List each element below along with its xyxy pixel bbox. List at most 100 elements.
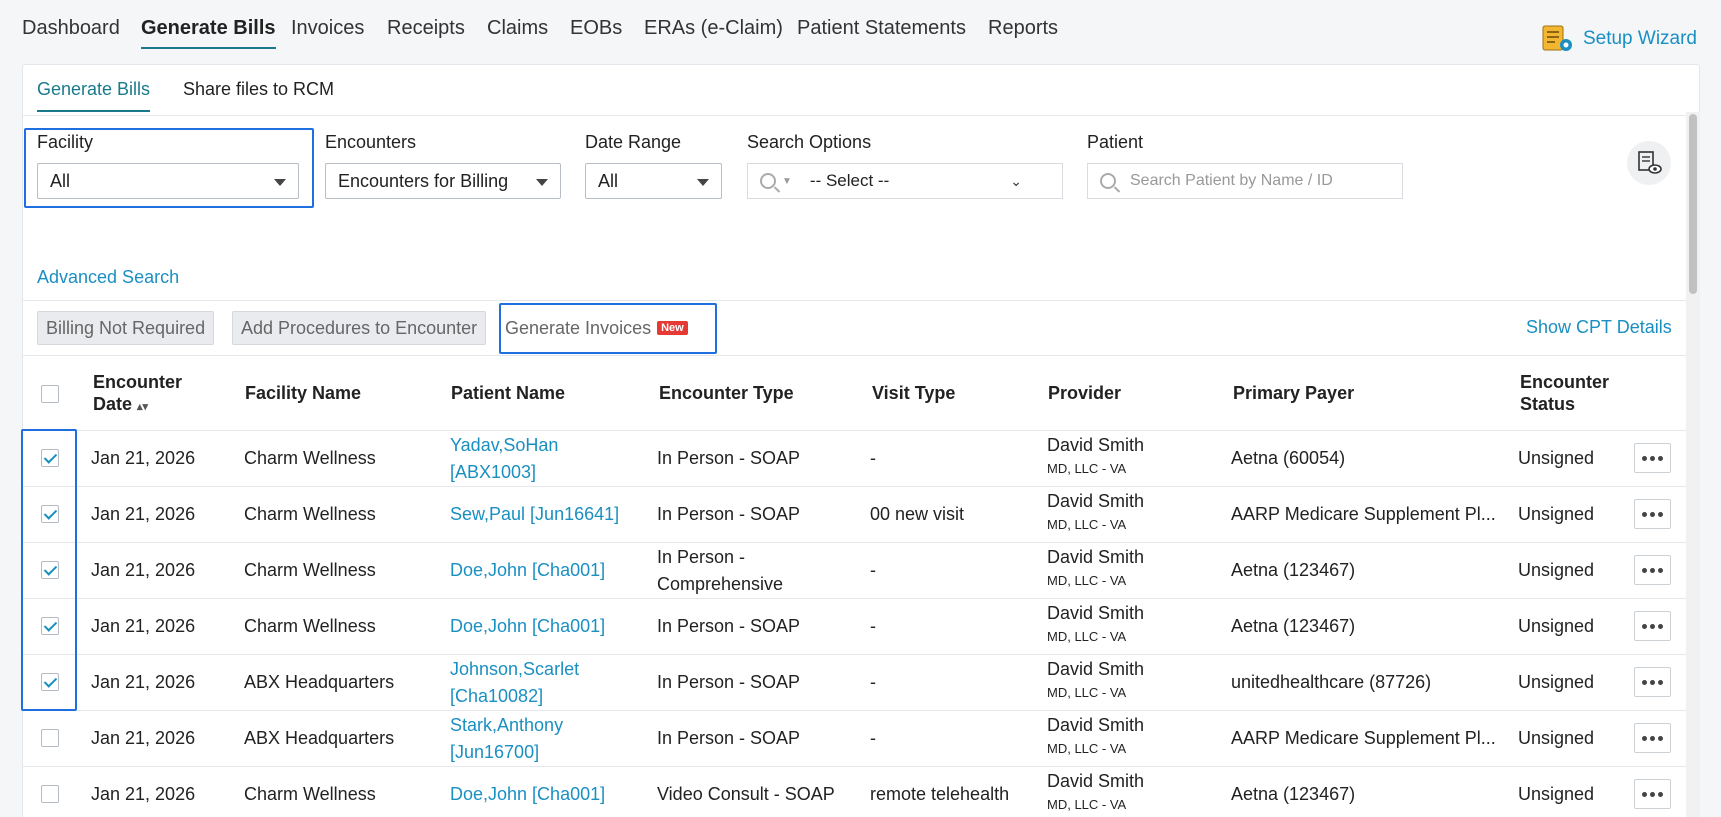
patient-link-line2: [Cha10082] xyxy=(450,686,544,706)
cell-provider: David Smith MD, LLC - VA xyxy=(1047,656,1144,703)
provider-credentials: MD, LLC - VA xyxy=(1047,741,1127,756)
show-cpt-details-link[interactable]: Show CPT Details xyxy=(1526,317,1672,338)
patient-search-input[interactable]: Search Patient by Name / ID xyxy=(1087,163,1403,199)
cell-primary-payer: AARP Medicare Supplement Pl... xyxy=(1231,728,1496,748)
new-badge: New xyxy=(657,321,688,335)
nav-generate-bills[interactable]: Generate Bills xyxy=(141,17,276,49)
billing-not-required-button[interactable]: Billing Not Required xyxy=(37,311,215,345)
cell-provider: David Smith MD, LLC - VA xyxy=(1047,712,1144,759)
nav-invoices[interactable]: Invoices xyxy=(291,17,364,40)
facility-label: Facility xyxy=(37,132,94,152)
setup-wizard-link[interactable]: Setup Wizard xyxy=(1541,24,1697,54)
subtab-share-files-rcm[interactable]: Share files to RCM xyxy=(183,79,334,100)
table-row[interactable]: Jan 21, 2026 Charm Wellness Sew,Paul [Ju… xyxy=(23,487,1687,543)
patient-link[interactable]: Yadav,SoHan [ABX1003] xyxy=(450,432,558,486)
cell-visit-type: - xyxy=(870,672,876,692)
patient-link-line1: Sew,Paul [Jun16641] xyxy=(450,504,620,524)
nav-eobs[interactable]: EOBs xyxy=(570,17,622,40)
row-more-button[interactable] xyxy=(1634,779,1671,809)
patient-search-placeholder: Search Patient by Name / ID xyxy=(1130,172,1333,189)
cell-encounter-type: In Person - SOAP xyxy=(657,445,800,472)
table-row[interactable]: Jan 21, 2026 ABX Headquarters Stark,Anth… xyxy=(23,711,1687,767)
cell-provider: David Smith MD, LLC - VA xyxy=(1047,600,1144,647)
vertical-scrollbar[interactable] xyxy=(1686,112,1700,817)
row-checkbox[interactable] xyxy=(41,505,59,523)
provider-name: David Smith xyxy=(1047,659,1145,679)
row-more-button[interactable] xyxy=(1634,667,1671,697)
table-row[interactable]: Jan 21, 2026 Charm Wellness Doe,John [Ch… xyxy=(23,599,1687,655)
provider-name: David Smith xyxy=(1047,603,1145,623)
provider-credentials: MD, LLC - VA xyxy=(1047,461,1127,476)
add-procedures-button[interactable]: Add Procedures to Encounter xyxy=(232,311,487,345)
nav-reports[interactable]: Reports xyxy=(988,17,1058,40)
col-facility-name: Facility Name xyxy=(245,383,362,403)
provider-credentials: MD, LLC - VA xyxy=(1047,685,1127,700)
generate-invoices-button[interactable]: Generate Invoices New xyxy=(499,311,694,345)
cell-provider: David Smith MD, LLC - VA xyxy=(1047,544,1144,591)
cell-encounter-type: In Person - SOAP xyxy=(657,501,800,528)
col-encounter-date[interactable]: Encounter Date ▴▾ xyxy=(93,371,182,418)
cell-visit-type: - xyxy=(870,560,876,580)
nav-patient-statements[interactable]: Patient Statements xyxy=(797,17,966,40)
select-all-checkbox[interactable] xyxy=(41,385,59,403)
cell-facility: ABX Headquarters xyxy=(244,728,395,748)
table-row[interactable]: Jan 21, 2026 ABX Headquarters Johnson,Sc… xyxy=(23,655,1687,711)
patient-link[interactable]: Doe,John [Cha001] xyxy=(450,557,605,584)
cell-encounter-date: Jan 21, 2026 xyxy=(91,448,196,468)
provider-credentials: MD, LLC - VA xyxy=(1047,797,1127,812)
row-more-button[interactable] xyxy=(1634,723,1671,753)
provider-credentials: MD, LLC - VA xyxy=(1047,517,1127,532)
caret-small-icon: ▼ xyxy=(782,175,792,187)
cell-encounter-type: In Person - SOAP xyxy=(657,613,800,640)
row-more-button[interactable] xyxy=(1634,611,1671,641)
cell-encounter-type-line1: In Person - xyxy=(657,547,746,567)
table-row[interactable]: Jan 21, 2026 Charm Wellness Doe,John [Ch… xyxy=(23,767,1687,817)
search-options-value: -- Select -- xyxy=(809,171,890,190)
row-more-button[interactable] xyxy=(1634,555,1671,585)
chevron-down-icon xyxy=(274,179,286,186)
nav-claims[interactable]: Claims xyxy=(487,17,548,40)
scrollbar-thumb[interactable] xyxy=(1689,114,1697,294)
advanced-search-link[interactable]: Advanced Search xyxy=(37,267,179,288)
nav-dashboard[interactable]: Dashboard xyxy=(22,17,120,40)
table-row[interactable]: Jan 21, 2026 Charm Wellness Doe,John [Ch… xyxy=(23,543,1687,599)
sort-icon: ▴▾ xyxy=(137,401,149,413)
date-range-value: All xyxy=(598,170,619,191)
cell-primary-payer: unitedhealthcare (87726) xyxy=(1231,672,1432,692)
setup-wizard-label: Setup Wizard xyxy=(1582,28,1697,49)
patient-link[interactable]: Johnson,Scarlet [Cha10082] xyxy=(450,656,579,710)
row-checkbox[interactable] xyxy=(41,561,59,579)
row-checkbox[interactable] xyxy=(41,617,59,635)
subtab-generate-bills[interactable]: Generate Bills xyxy=(37,79,151,112)
cell-encounter-date: Jan 21, 2026 xyxy=(91,728,196,748)
search-options-select[interactable]: ▼ -- Select -- ⌄ xyxy=(747,163,1063,199)
patient-link[interactable]: Stark,Anthony [Jun16700] xyxy=(450,712,563,766)
patient-link[interactable]: Doe,John [Cha001] xyxy=(450,781,605,808)
patient-link[interactable]: Doe,John [Cha001] xyxy=(450,613,605,640)
cell-encounter-status: Unsigned xyxy=(1518,616,1595,636)
row-checkbox[interactable] xyxy=(41,449,59,467)
chevron-down-icon xyxy=(536,179,548,186)
patient-link-line1: Stark,Anthony xyxy=(450,715,564,735)
nav-receipts[interactable]: Receipts xyxy=(387,17,465,40)
view-columns-button[interactable] xyxy=(1627,141,1671,185)
nav-eras[interactable]: ERAs (e-Claim) xyxy=(644,17,783,40)
patient-label: Patient xyxy=(1087,132,1144,152)
cell-visit-type: - xyxy=(870,616,876,636)
patient-link[interactable]: Sew,Paul [Jun16641] xyxy=(450,501,619,528)
row-checkbox[interactable] xyxy=(41,673,59,691)
cell-encounter-date: Jan 21, 2026 xyxy=(91,784,196,804)
facility-select[interactable]: All xyxy=(37,163,299,199)
cell-provider: David Smith MD, LLC - VA xyxy=(1047,432,1144,479)
table-row[interactable]: Jan 21, 2026 Charm Wellness Yadav,SoHan … xyxy=(23,431,1687,487)
row-checkbox[interactable] xyxy=(41,729,59,747)
date-range-select[interactable]: All xyxy=(585,163,722,199)
row-more-button[interactable] xyxy=(1634,443,1671,473)
row-checkbox[interactable] xyxy=(41,785,59,803)
row-more-button[interactable] xyxy=(1634,499,1671,529)
col-encounter-date-line1: Encounter xyxy=(93,372,183,392)
patient-link-line1: Doe,John [Cha001] xyxy=(450,560,606,580)
provider-name: David Smith xyxy=(1047,491,1145,511)
generate-invoices-label: Generate Invoices xyxy=(505,317,652,338)
encounters-select[interactable]: Encounters for Billing xyxy=(325,163,561,199)
